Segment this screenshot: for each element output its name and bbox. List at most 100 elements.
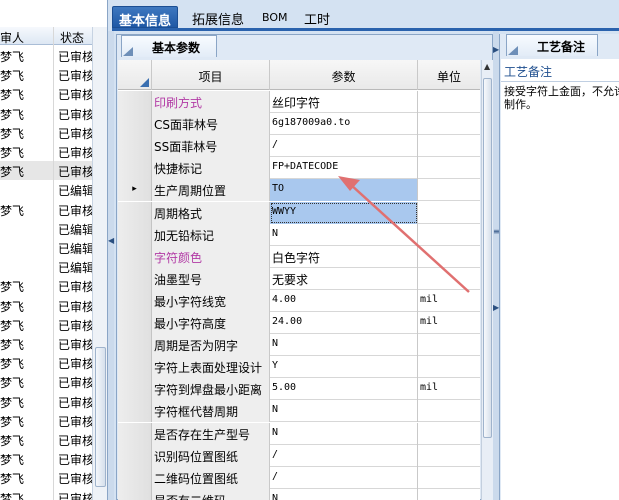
column-header-unit[interactable]: 单位 — [418, 60, 480, 90]
param-value-cell[interactable]: N — [270, 400, 418, 423]
param-value-cell[interactable]: Y — [270, 356, 418, 379]
table-row[interactable]: 字符到焊盘最小距离 5.00 mil — [118, 378, 480, 401]
param-value-cell[interactable]: TO — [270, 179, 418, 202]
row-indicator[interactable] — [118, 312, 152, 334]
table-row[interactable]: 加无铅标记 N — [118, 223, 480, 246]
list-item[interactable]: 梦飞 已审核 — [0, 372, 92, 391]
list-item[interactable]: 已编辑 — [0, 180, 92, 199]
row-indicator[interactable] — [118, 267, 152, 290]
row-indicator[interactable] — [118, 488, 152, 500]
row-indicator[interactable] — [118, 135, 152, 158]
scroll-up-icon[interactable]: ▲ — [484, 62, 490, 71]
param-unit-cell[interactable] — [418, 135, 480, 157]
param-unit-cell[interactable] — [418, 445, 480, 467]
table-row[interactable]: 识别码位置图纸 / — [118, 444, 480, 467]
list-item[interactable]: 已编辑 — [0, 257, 92, 276]
row-indicator[interactable] — [118, 113, 152, 136]
list-item[interactable]: 梦飞 已审核 — [0, 411, 92, 430]
table-row[interactable]: 油墨型号 无要求 — [118, 267, 480, 290]
param-value-cell[interactable]: 无要求 — [270, 267, 418, 290]
tab-basic-params[interactable]: 基本参数 — [121, 35, 217, 57]
list-item[interactable]: 梦飞 已审核 — [0, 296, 92, 315]
table-row[interactable]: 最小字符线宽 4.00 mil — [118, 289, 480, 312]
param-unit-cell[interactable]: mil — [418, 378, 480, 400]
list-item[interactable]: 梦飞 已审核 — [0, 315, 92, 334]
param-unit-cell[interactable] — [418, 246, 480, 268]
param-value-cell[interactable]: / — [270, 135, 418, 158]
table-row[interactable]: 是否存在生产型号 N — [118, 422, 480, 445]
table-row[interactable]: 字符颜色 白色字符 — [118, 245, 480, 268]
param-value-cell[interactable]: 白色字符 — [270, 245, 418, 268]
collapse-left-icon[interactable]: ◀ — [108, 236, 114, 245]
param-value-cell[interactable]: N — [270, 422, 418, 445]
row-indicator[interactable] — [118, 245, 152, 268]
param-value-cell[interactable]: / — [270, 466, 418, 489]
row-indicator[interactable] — [118, 378, 152, 401]
param-unit-cell[interactable] — [418, 467, 480, 489]
param-unit-cell[interactable] — [418, 202, 480, 224]
left-list-scrollbar[interactable] — [92, 27, 107, 500]
row-indicator[interactable] — [118, 422, 152, 445]
row-indicator[interactable] — [118, 201, 152, 224]
list-item[interactable]: 梦飞 已审核 — [0, 200, 92, 219]
table-row[interactable]: CS面菲林号 6g187009a0.to — [118, 113, 480, 136]
table-row[interactable]: 最小字符高度 24.00 mil — [118, 312, 480, 334]
tab-basic-info[interactable]: 基本信息 — [112, 6, 179, 29]
table-row[interactable]: 二维码位置图纸 / — [118, 466, 480, 489]
param-unit-cell[interactable]: mil — [418, 290, 480, 312]
param-unit-cell[interactable] — [418, 400, 480, 422]
list-item[interactable]: 梦飞 已审核 — [0, 449, 92, 468]
list-item[interactable]: 梦飞 已审核 — [0, 123, 92, 142]
params-grid-scrollbar[interactable]: ▲ — [481, 60, 493, 500]
row-indicator[interactable] — [118, 289, 152, 312]
list-item[interactable]: 梦飞 已审核 — [0, 334, 92, 353]
table-row[interactable]: ▸ 生产周期位置 TO — [118, 179, 480, 202]
table-row[interactable]: 是否有二维码N — [118, 488, 480, 500]
row-indicator[interactable] — [118, 466, 152, 489]
list-item[interactable]: 梦飞 已审核 — [0, 84, 92, 103]
list-item[interactable]: 梦飞 已审核 — [0, 104, 92, 123]
param-value-cell[interactable]: N — [270, 334, 418, 357]
scrollbar-thumb[interactable] — [95, 347, 106, 487]
param-value-cell[interactable]: WWYY — [270, 201, 418, 224]
tab-process-remark[interactable]: 工艺备注 — [506, 34, 598, 56]
param-unit-cell[interactable]: mil — [418, 312, 480, 334]
list-item[interactable]: 梦飞 已审核 — [0, 468, 92, 487]
param-value-cell[interactable]: 丝印字符 — [270, 91, 418, 113]
list-item[interactable]: 梦飞 已审核 — [0, 488, 92, 500]
list-item[interactable]: 梦飞 已审核 — [0, 392, 92, 411]
list-item[interactable]: 梦飞 已审核 — [0, 142, 92, 161]
param-unit-cell[interactable] — [418, 356, 480, 378]
tab-extended-info[interactable]: 拓展信息 — [186, 6, 250, 28]
list-item[interactable]: 梦飞 已审核 — [0, 46, 92, 65]
table-row[interactable]: 印刷方式 丝印字符 — [118, 91, 480, 113]
list-item[interactable]: 梦飞 已审核 — [0, 65, 92, 84]
param-value-cell[interactable]: N — [270, 488, 418, 500]
list-item[interactable]: 梦飞 已审核 — [0, 430, 92, 449]
scrollbar-thumb[interactable] — [483, 78, 492, 438]
table-row[interactable]: 周期格式 WWYY — [118, 201, 480, 224]
list-item[interactable]: 梦飞 已审核 — [0, 161, 92, 181]
list-item[interactable]: 梦飞 已审核 — [0, 353, 92, 372]
column-header-item[interactable]: 项目 — [152, 60, 270, 90]
table-row[interactable]: 周期是否为阴字 N — [118, 334, 480, 357]
table-row[interactable]: 字符框代替周期 N — [118, 400, 480, 423]
remark-text[interactable]: 接受字符上金面，不允许 制作。 — [504, 85, 619, 111]
param-unit-cell[interactable] — [418, 157, 480, 179]
param-unit-cell[interactable] — [418, 268, 480, 290]
column-header-reviewer[interactable]: 审人 — [0, 29, 24, 46]
row-indicator[interactable] — [118, 223, 152, 246]
param-unit-cell[interactable] — [418, 224, 480, 246]
column-header-status[interactable]: 状态 — [60, 29, 84, 46]
table-row[interactable]: 字符上表面处理设计 Y — [118, 356, 480, 379]
param-value-cell[interactable]: N — [270, 223, 418, 246]
param-unit-cell[interactable] — [418, 334, 480, 356]
row-indicator[interactable] — [118, 400, 152, 423]
current-row-indicator-icon[interactable]: ▸ — [118, 179, 152, 202]
list-item[interactable]: 已编辑 — [0, 238, 92, 257]
param-value-cell[interactable]: 6g187009a0.to — [270, 113, 418, 136]
param-value-cell[interactable]: / — [270, 444, 418, 467]
list-item[interactable]: 梦飞 已审核 — [0, 276, 92, 295]
left-splitter[interactable]: ◀ — [108, 31, 114, 500]
table-row[interactable]: SS面菲林号 / — [118, 135, 480, 158]
